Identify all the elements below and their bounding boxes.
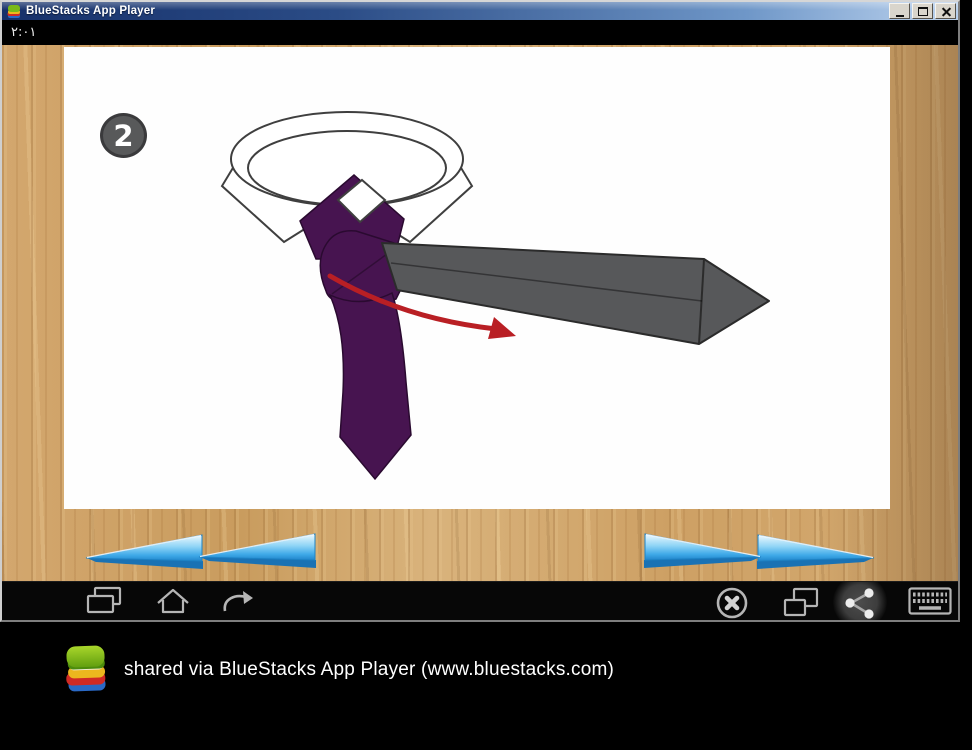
tutorial-card: 2 — [64, 47, 890, 509]
prev-arrow-right-triangle — [198, 533, 316, 568]
prev-arrow-left-triangle — [85, 534, 203, 569]
bluestacks-logo — [66, 645, 106, 692]
tie-wide-blade — [381, 242, 770, 345]
bluestacks-logo-icon — [7, 4, 20, 18]
share-footer: shared via BlueStacks App Player (www.bl… — [0, 640, 972, 700]
home-button[interactable] — [155, 586, 191, 619]
android-nav-bar — [2, 581, 958, 620]
recent-apps-button[interactable] — [86, 586, 122, 619]
app-content-wood-background: 2 — [2, 45, 958, 581]
share-button[interactable] — [842, 586, 878, 620]
android-status-bar: ٢:٠١ — [2, 20, 958, 45]
next-arrow-triangle-2 — [644, 533, 762, 568]
close-app-button[interactable] — [713, 586, 751, 620]
switch-window-icon — [783, 587, 819, 617]
share-icon — [845, 588, 874, 619]
back-arrow-icon — [223, 591, 253, 612]
window-title: BlueStacks App Player — [26, 5, 156, 17]
previous-step-button[interactable] — [84, 530, 320, 574]
maximize-button[interactable] — [912, 3, 933, 19]
minimize-icon — [895, 14, 904, 17]
share-attribution-text: shared via BlueStacks App Player (www.bl… — [124, 659, 615, 680]
switch-window-button[interactable] — [783, 586, 819, 620]
close-button[interactable] — [935, 3, 956, 19]
step-number-badge: 2 — [100, 113, 147, 158]
maximize-icon — [917, 6, 928, 16]
close-app-icon — [716, 587, 748, 619]
keyboard-icon — [908, 587, 952, 615]
keyboard-button[interactable] — [908, 586, 952, 619]
recent-apps-icon — [86, 586, 122, 614]
bluestacks-window: BlueStacks App Player ٢:٠١ 2 — [0, 0, 960, 622]
minimize-button[interactable] — [889, 3, 910, 19]
window-titlebar[interactable]: BlueStacks App Player — [2, 2, 958, 20]
next-step-button[interactable] — [640, 530, 876, 574]
back-button[interactable] — [220, 586, 256, 619]
clock-text: ٢:٠١ — [11, 25, 37, 40]
tie-step-illustration — [220, 111, 770, 481]
next-arrow-triangle — [757, 534, 875, 569]
tie-narrow-end — [328, 291, 412, 481]
home-icon — [157, 588, 189, 614]
